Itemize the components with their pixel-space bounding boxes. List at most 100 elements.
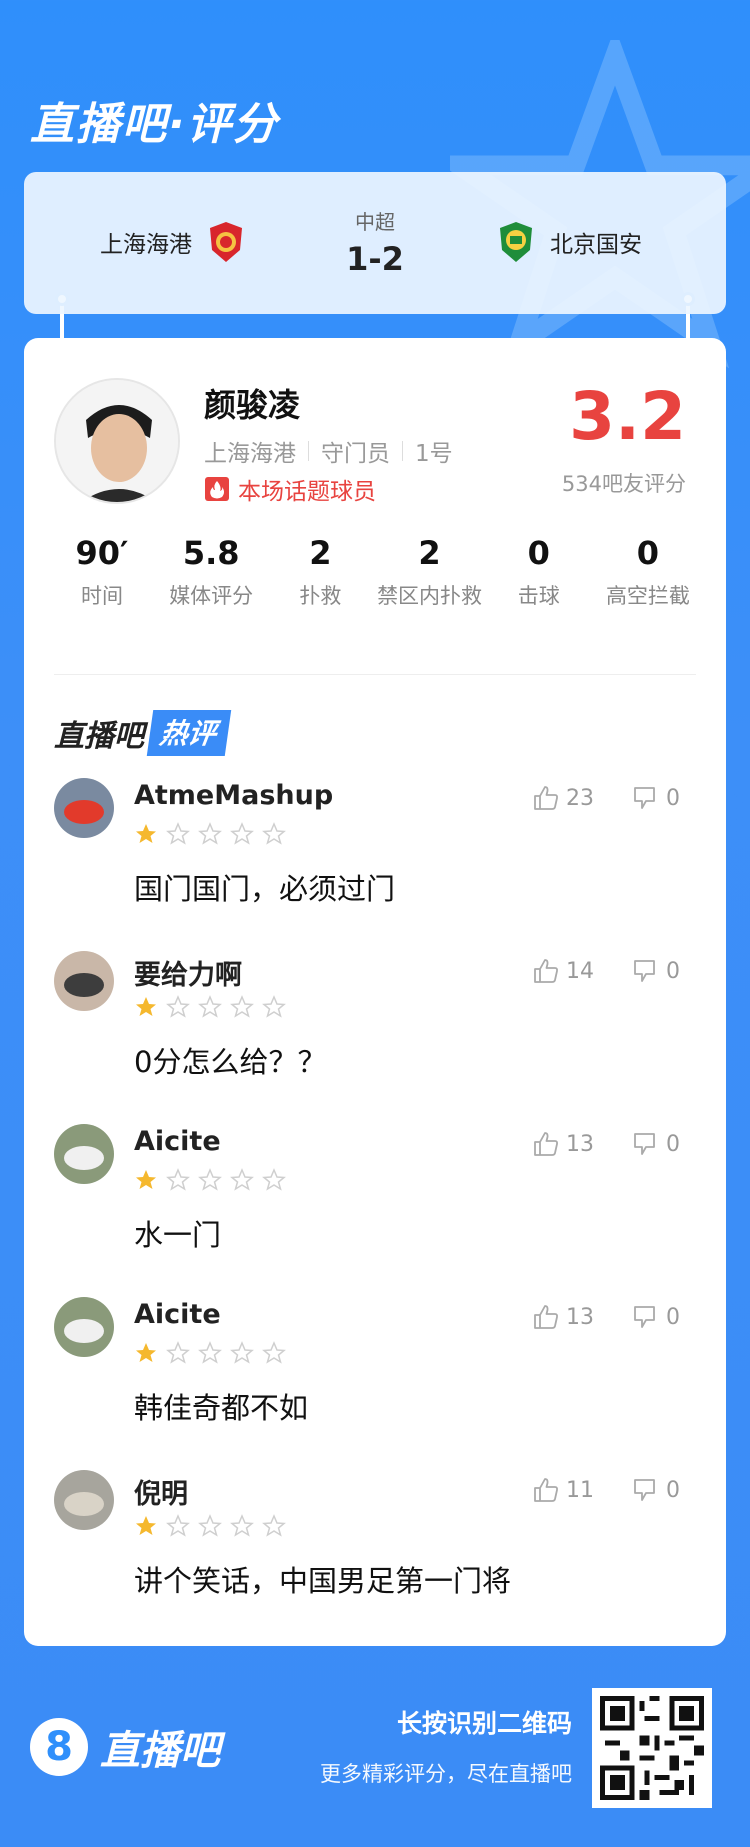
thumbs-down-icon [634, 1479, 655, 1501]
commenter-name[interactable]: Aicite [134, 1299, 221, 1330]
dislike-count: 0 [666, 1304, 680, 1330]
comment-item: Aicite 水一门 13 0 [54, 1124, 696, 1297]
qr-code-icon [600, 1696, 704, 1800]
like-count: 11 [566, 1477, 594, 1503]
star-empty-icon [166, 995, 190, 1018]
avatar-icon [54, 1297, 114, 1357]
like-count: 13 [566, 1131, 594, 1157]
like-count: 13 [566, 1304, 594, 1330]
star-empty-icon [262, 995, 286, 1018]
avatar-icon [54, 778, 114, 838]
stat-value: 0 [527, 534, 550, 572]
dislike-button[interactable]: 0 [632, 1476, 696, 1504]
stat-value: 2 [418, 534, 441, 572]
qr-code[interactable] [592, 1688, 712, 1808]
like-button[interactable]: 14 [532, 957, 596, 985]
star-empty-icon [198, 1168, 222, 1191]
comment-star-rating [134, 1341, 294, 1365]
dislike-button[interactable]: 0 [632, 1130, 696, 1158]
away-team: 北京国安 [482, 220, 642, 264]
topic-tag-label: 本场话题球员 [238, 479, 376, 505]
dislike-button[interactable]: 0 [632, 957, 696, 985]
commenter-name[interactable]: Aicite [134, 1126, 221, 1157]
star-empty-icon [198, 822, 222, 845]
dislike-button[interactable]: 0 [632, 784, 696, 812]
stat-saves: 2 扑救 [266, 534, 374, 610]
commenter-avatar[interactable] [54, 1297, 114, 1357]
match-summary[interactable]: 上海海港 中超 1-2 北京国安 [24, 172, 726, 314]
thumbs-down-icon [634, 1133, 655, 1155]
avatar-icon [54, 1124, 114, 1184]
avatar-icon [54, 951, 114, 1011]
dislike-count: 0 [666, 1131, 680, 1157]
like-button[interactable]: 13 [532, 1130, 596, 1158]
hot-comments-heading: 直播吧 热评 [54, 710, 232, 756]
star-empty-icon [230, 995, 254, 1018]
comment-actions: 13 0 [532, 1130, 696, 1158]
stat-value: 0 [636, 534, 660, 572]
comment-actions: 23 0 [532, 784, 696, 812]
commenter-avatar[interactable] [54, 1124, 114, 1184]
commenter-name[interactable]: 要给力啊 [134, 953, 242, 992]
footer-cta: 长按识别二维码 更多精彩评分，尽在直播吧 [320, 1704, 572, 1788]
stat-label: 击球 [517, 584, 560, 608]
star-filled-icon [136, 1343, 156, 1362]
like-button[interactable]: 11 [532, 1476, 596, 1504]
comment-star-rating [134, 995, 294, 1019]
comment-text: 0分怎么给？？ [134, 1045, 327, 1079]
like-button[interactable]: 13 [532, 1303, 596, 1331]
comment-item: Aicite 韩佳奇都不如 13 0 [54, 1297, 696, 1470]
player-team: 上海海港 [204, 441, 296, 467]
meta-divider [308, 441, 309, 461]
star-empty-icon [166, 822, 190, 845]
stat-label: 禁区内扑救 [377, 584, 483, 608]
flame-icon [205, 477, 229, 501]
commenter-name[interactable]: AtmeMashup [134, 780, 333, 811]
section-divider [54, 674, 696, 675]
star-empty-icon [230, 822, 254, 845]
away-team-name: 北京国安 [550, 232, 642, 258]
like-count: 23 [566, 785, 594, 811]
comment-text: 韩佳奇都不如 [134, 1391, 309, 1425]
commenter-avatar[interactable] [54, 951, 114, 1011]
comment-star-rating [134, 1168, 294, 1192]
star-empty-icon [262, 1168, 286, 1191]
star-empty-icon [198, 995, 222, 1018]
player-avatar[interactable] [54, 378, 180, 504]
meta-divider [402, 441, 403, 461]
stat-minutes: 90′ 时间 [48, 534, 156, 610]
stat-label: 扑救 [299, 584, 342, 608]
stat-saves-in-box: 2 禁区内扑救 [376, 534, 484, 610]
comment-text: 国门国门，必须过门 [134, 872, 396, 906]
commenter-avatar[interactable] [54, 778, 114, 838]
comment-item: AtmeMashup 国门国门，必须过门 23 0 [54, 778, 696, 951]
comment-actions: 14 0 [532, 957, 696, 985]
dislike-button[interactable]: 0 [632, 1303, 696, 1331]
star-filled-icon [136, 997, 156, 1016]
player-number: 1号 [415, 441, 453, 467]
star-empty-icon [166, 1514, 190, 1537]
commenter-name[interactable]: 倪明 [134, 1472, 188, 1511]
user-rating-score: 3.2 [569, 378, 686, 455]
dislike-count: 0 [666, 1477, 680, 1503]
cta-subtitle: 更多精彩评分，尽在直播吧 [320, 1762, 572, 1786]
stats-row: 90′ 时间 5.8 媒体评分 2 扑救 2 禁区内扑救 0 击球 0 高空拦截 [48, 534, 702, 610]
star-empty-icon [166, 1168, 190, 1191]
thumbs-up-icon [534, 1305, 558, 1329]
footer-logo: 8 直播吧 [30, 1718, 220, 1776]
comment-item: 倪明讲个笑话，中国男足第一门将 11 0 [54, 1470, 696, 1643]
comment-text: 讲个笑话，中国男足第一门将 [134, 1564, 512, 1598]
logo-circle-icon: 8 [30, 1718, 88, 1776]
comment-star-rating [134, 822, 294, 846]
topic-player-tag: 本场话题球员 [204, 472, 376, 506]
hot-title-label: 热评 [146, 710, 232, 756]
dislike-count: 0 [666, 785, 680, 811]
commenter-avatar[interactable] [54, 1470, 114, 1530]
stat-media-rating: 5.8 媒体评分 [157, 534, 265, 610]
like-button[interactable]: 23 [532, 784, 596, 812]
star-filled-icon [136, 824, 156, 843]
thumbs-down-icon [634, 1306, 655, 1328]
player-position: 守门员 [321, 441, 390, 467]
stat-value: 5.8 [182, 534, 240, 572]
stat-value: 2 [309, 534, 332, 572]
